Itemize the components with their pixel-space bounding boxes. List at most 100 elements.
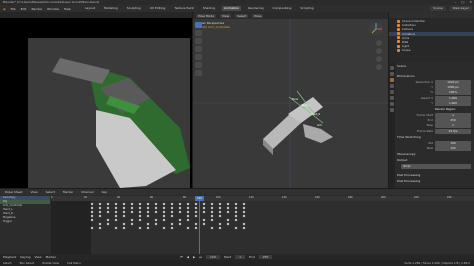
keyframe-marker[interactable]: [202, 222, 206, 226]
keyframe-marker[interactable]: [210, 226, 214, 230]
keyframe-marker[interactable]: [146, 214, 150, 218]
keyframe-marker[interactable]: [154, 222, 158, 226]
keyframe-marker[interactable]: [90, 210, 94, 214]
keyframe-marker[interactable]: [226, 202, 230, 206]
view-layer-field[interactable]: View Layer: [449, 6, 472, 11]
keyframe-marker[interactable]: [138, 214, 142, 218]
menu-select[interactable]: Select: [235, 13, 249, 18]
keyframe-marker[interactable]: [218, 222, 222, 226]
keyframe-marker[interactable]: [170, 202, 174, 206]
keyframe-marker[interactable]: [90, 206, 94, 210]
output-path-field[interactable]: /tmp\: [401, 164, 471, 169]
keyframe-marker[interactable]: [226, 222, 230, 226]
keyframe-marker[interactable]: [178, 222, 182, 226]
keyframe-marker[interactable]: [98, 202, 102, 206]
keyframe-marker[interactable]: [138, 226, 142, 230]
menu-pose[interactable]: Pose: [252, 13, 264, 18]
keyframe-marker[interactable]: [146, 210, 150, 214]
keyframe-marker[interactable]: [234, 202, 238, 206]
play-icon[interactable]: ▶: [193, 255, 195, 259]
tool-tab-icon[interactable]: [390, 66, 394, 70]
keyframe-marker[interactable]: [242, 222, 246, 226]
keyframe-marker[interactable]: [178, 202, 182, 206]
keyframe-marker[interactable]: [138, 206, 142, 210]
keyframe-area[interactable]: 0 20 40 60 80 100 120 140 160 180 200 22…: [51, 196, 474, 254]
keyframe-marker[interactable]: [154, 210, 158, 214]
channel-row[interactable]: Trigger: [0, 220, 50, 224]
keyframe-marker[interactable]: [154, 206, 158, 210]
keyframe-marker[interactable]: [130, 202, 134, 206]
world-tab-icon[interactable]: [390, 96, 394, 100]
keyframe-marker[interactable]: [138, 210, 142, 214]
keyframe-marker[interactable]: [202, 218, 206, 222]
scene-field[interactable]: Scene: [430, 6, 446, 11]
keyframe-marker[interactable]: [210, 206, 214, 210]
keyframe-marker[interactable]: [122, 222, 126, 226]
playback-menu[interactable]: Playback: [3, 255, 16, 259]
keyframe-marker[interactable]: [146, 202, 150, 206]
keyframe-marker[interactable]: [162, 218, 166, 222]
menu-view[interactable]: View: [220, 13, 232, 18]
menu-key[interactable]: Key: [100, 190, 109, 194]
output-panel-header[interactable]: Output: [397, 158, 407, 163]
stereoscopy-panel-header[interactable]: Stereoscopy: [397, 152, 416, 157]
keyframe-marker[interactable]: [90, 226, 94, 230]
keyframe-marker[interactable]: [114, 202, 118, 206]
menu-marker[interactable]: Marker: [61, 190, 75, 194]
keyframe-marker[interactable]: [98, 214, 102, 218]
keyframe-marker[interactable]: [202, 206, 206, 210]
keyframe-marker[interactable]: [114, 226, 118, 230]
keyframe-marker[interactable]: [186, 214, 190, 218]
keyframe-marker[interactable]: [122, 202, 126, 206]
keyframe-marker[interactable]: [106, 210, 110, 214]
metadata-panel-header[interactable]: Post Processing: [397, 173, 420, 178]
time-old-field[interactable]: Old 100: [401, 141, 471, 146]
keyframe-marker[interactable]: [170, 226, 174, 230]
tab-layout[interactable]: Layout: [83, 6, 97, 11]
render-region-checkbox[interactable]: Render Region: [401, 107, 471, 112]
menu-select[interactable]: Select: [44, 190, 57, 194]
keyframe-marker[interactable]: [194, 210, 198, 214]
keyframe-marker[interactable]: [90, 214, 94, 218]
menu-window[interactable]: Window: [47, 7, 59, 11]
keyframe-marker[interactable]: [106, 218, 110, 222]
outliner-row[interactable]: Scope: [389, 48, 474, 52]
keyframe-marker[interactable]: [194, 206, 198, 210]
menu-edit[interactable]: Edit: [21, 7, 27, 11]
keyframe-marker[interactable]: [130, 206, 134, 210]
start-frame-field[interactable]: 1: [235, 255, 245, 259]
keyframe-marker[interactable]: [194, 222, 198, 226]
mode-dropdown[interactable]: Pose Mode: [196, 13, 217, 18]
keyframe-marker[interactable]: [98, 222, 102, 226]
keyframe-marker[interactable]: [106, 222, 110, 226]
tab-scripting[interactable]: Scripting: [298, 6, 315, 11]
keyframe-marker[interactable]: [130, 218, 134, 222]
modifier-tab-icon[interactable]: [390, 108, 394, 112]
playhead[interactable]: [199, 196, 200, 254]
aspect-y-field[interactable]: Y 1.000: [401, 101, 471, 106]
keyframe-marker[interactable]: [114, 206, 118, 210]
frame-rate-dropdown[interactable]: Frame Rate 24 fps: [401, 129, 471, 134]
scene-tab-icon[interactable]: [390, 90, 394, 94]
play-reverse-icon[interactable]: ◀: [187, 255, 189, 259]
dope-sheet-mode-dropdown[interactable]: Dope Sheet: [3, 190, 25, 194]
current-frame-field[interactable]: 120: [206, 255, 220, 259]
keyframe-marker[interactable]: [218, 214, 222, 218]
menu-help[interactable]: Help: [64, 7, 71, 11]
view-layer-tab-icon[interactable]: [390, 84, 394, 88]
keyframe-marker[interactable]: [146, 222, 150, 226]
keyframe-marker[interactable]: [106, 206, 110, 210]
tab-uv-editing[interactable]: UV Editing: [148, 6, 168, 11]
keyframe-marker[interactable]: [122, 214, 126, 218]
keyframe-marker[interactable]: [162, 214, 166, 218]
keyframe-marker[interactable]: [90, 218, 94, 222]
keyframe-marker[interactable]: [146, 226, 150, 230]
keyframe-marker[interactable]: [242, 214, 246, 218]
post-processing-panel-header[interactable]: Post Processing: [397, 179, 420, 184]
tab-shading[interactable]: Shading: [201, 6, 217, 11]
resolution-percent-field[interactable]: % 100%: [401, 90, 471, 95]
keyframe-marker[interactable]: [170, 210, 174, 214]
output-tab-icon[interactable]: [390, 78, 394, 82]
keyframe-marker[interactable]: [106, 202, 110, 206]
keyframe-marker[interactable]: [194, 214, 198, 218]
